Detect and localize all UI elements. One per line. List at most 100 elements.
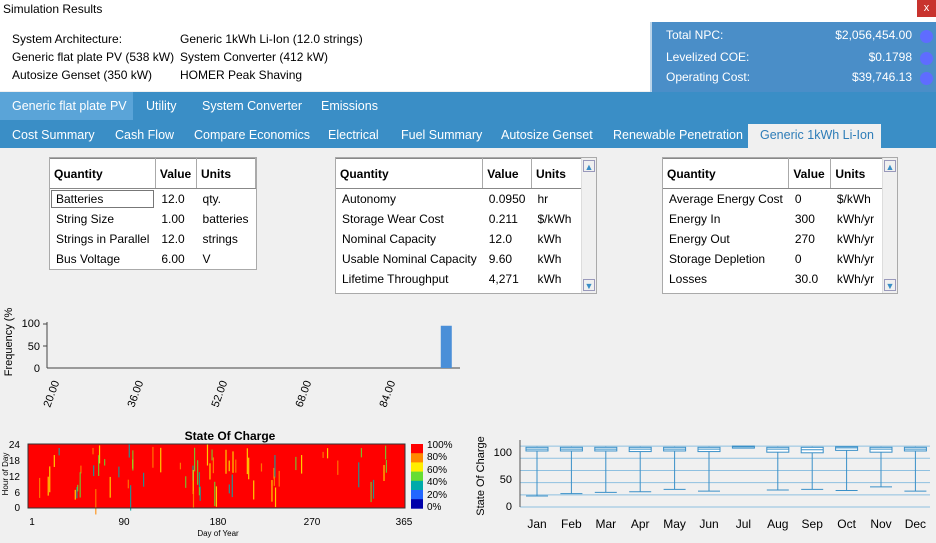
table-row[interactable]: Nominal Capacity 12.0 kWh [336, 229, 583, 249]
cell[interactable]: Energy Out [663, 229, 789, 249]
cell[interactable]: strings [197, 229, 256, 249]
heatmap-cell [215, 486, 218, 507]
cell[interactable]: 12.0 [155, 189, 196, 209]
cell[interactable]: $/kWh [831, 189, 885, 209]
cell[interactable]: V [197, 249, 256, 269]
column-header[interactable]: Value [155, 158, 198, 189]
column-header[interactable]: Units [830, 158, 886, 189]
cell[interactable]: 4,271 [483, 269, 532, 289]
column-header[interactable]: Value [482, 158, 532, 189]
cell[interactable]: 9.60 [483, 249, 532, 269]
box-body [766, 446, 790, 453]
table-row[interactable]: Storage Depletion 0 kWh/yr [663, 249, 885, 269]
scroll-down-icon[interactable]: ▼ [583, 279, 595, 291]
cell[interactable]: 270 [789, 229, 831, 249]
vertical-scrollbar[interactable]: ▲ ▼ [882, 158, 897, 293]
column-header[interactable]: Units [531, 158, 584, 189]
tab-converter[interactable]: System Converter [202, 92, 302, 120]
info-icon[interactable] [920, 72, 933, 85]
cell[interactable]: kWh/yr [831, 229, 885, 249]
table-row[interactable]: Autonomy 0.0950 hr [336, 189, 583, 209]
cell[interactable]: Storage Wear Cost [336, 209, 483, 229]
cell[interactable]: 0.211 [483, 209, 532, 229]
heatmap-cell [232, 451, 234, 473]
table-row[interactable]: Bus Voltage 6.00 V [50, 249, 256, 269]
cell[interactable]: Losses [663, 269, 789, 289]
soc-frequency-histogram: Frequency (% 100 50 0 20.00 36.00 52.00 … [3, 308, 460, 409]
cell[interactable]: kWh/yr [831, 249, 885, 269]
tab-renewable-penetration[interactable]: Renewable Penetration [613, 120, 743, 148]
opcost-label: Operating Cost: [666, 70, 751, 84]
tab-utility[interactable]: Utility [146, 92, 177, 120]
cell[interactable]: 0 [789, 249, 831, 269]
scroll-down-icon[interactable]: ▼ [884, 279, 896, 291]
cell[interactable]: $/kWh [531, 209, 583, 229]
column-header[interactable]: Quantity [663, 158, 790, 189]
tab-cost-summary[interactable]: Cost Summary [12, 120, 95, 148]
cell[interactable]: 1.00 [155, 209, 196, 229]
cell[interactable]: Batteries [50, 189, 155, 209]
tab-emissions[interactable]: Emissions [321, 92, 378, 120]
cell[interactable]: Strings in Parallel [50, 229, 155, 249]
info-icon[interactable] [920, 52, 933, 65]
scale-swatch [411, 471, 423, 482]
cell[interactable]: Autonomy [336, 189, 483, 209]
cell[interactable]: Energy In [663, 209, 789, 229]
cell[interactable]: Average Energy Cost [663, 189, 789, 209]
table-row[interactable]: Energy Out 270 kWh/yr [663, 229, 885, 249]
table-row[interactable]: Average Energy Cost 0 $/kWh [663, 189, 885, 209]
tab-pv[interactable]: Generic flat plate PV [0, 92, 133, 120]
tab-electrical[interactable]: Electrical [328, 120, 379, 148]
scroll-up-icon[interactable]: ▲ [884, 160, 896, 172]
column-header[interactable]: Units [196, 158, 256, 189]
cell[interactable]: Nominal Capacity [336, 229, 483, 249]
scroll-up-icon[interactable]: ▲ [583, 160, 595, 172]
cell[interactable]: String Size [50, 209, 155, 229]
heatmap-cell [235, 459, 237, 473]
cell[interactable]: 12.0 [483, 229, 532, 249]
table-row[interactable]: Energy In 300 kWh/yr [663, 209, 885, 229]
cell[interactable]: hr [531, 189, 583, 209]
cell[interactable]: Storage Depletion [663, 249, 789, 269]
info-icon[interactable] [920, 30, 933, 43]
arch-label: Autosize Genset (350 kW) [12, 68, 153, 82]
column-header[interactable]: Quantity [336, 158, 484, 189]
cell[interactable]: 6.00 [155, 249, 196, 269]
tab-compare-economics[interactable]: Compare Economics [194, 120, 310, 148]
cell[interactable]: kWh/yr [831, 209, 885, 229]
month-label: Jul [736, 517, 751, 531]
table-row[interactable]: Strings in Parallel 12.0 strings [50, 229, 256, 249]
scale-label: 60% [427, 465, 447, 476]
table-row[interactable]: String Size 1.00 batteries [50, 209, 256, 229]
cell[interactable]: kWh/yr [831, 269, 885, 289]
column-header[interactable]: Value [788, 158, 832, 189]
cell[interactable]: 0.0950 [483, 189, 532, 209]
heatmap-cell [47, 476, 49, 496]
tab-autosize-genset[interactable]: Autosize Genset [501, 120, 593, 148]
table-row[interactable]: Storage Wear Cost 0.211 $/kWh [336, 209, 583, 229]
vertical-scrollbar[interactable]: ▲ ▼ [581, 158, 596, 293]
cell[interactable]: Lifetime Throughput [336, 269, 483, 289]
table-row[interactable]: Lifetime Throughput 4,271 kWh [336, 269, 583, 289]
cell[interactable]: qty. [197, 189, 256, 209]
table-row[interactable]: Losses 30.0 kWh/yr [663, 269, 885, 289]
cell[interactable]: Bus Voltage [50, 249, 155, 269]
cell[interactable]: Usable Nominal Capacity [336, 249, 483, 269]
cell[interactable]: batteries [197, 209, 256, 229]
tab-fuel-summary[interactable]: Fuel Summary [401, 120, 482, 148]
cell[interactable]: kWh [531, 249, 583, 269]
table-row[interactable]: Usable Nominal Capacity 9.60 kWh [336, 249, 583, 269]
cell[interactable]: kWh [531, 229, 583, 249]
table-row[interactable]: Batteries 12.0 qty. [50, 189, 256, 209]
cell[interactable]: kWh [531, 269, 583, 289]
cell[interactable]: 30.0 [789, 269, 831, 289]
cell[interactable]: 12.0 [155, 229, 196, 249]
column-header[interactable]: Quantity [50, 158, 156, 189]
scale-swatch [411, 499, 423, 509]
cell[interactable]: 0 [789, 189, 831, 209]
close-button[interactable]: x [917, 0, 936, 17]
cell[interactable]: 300 [789, 209, 831, 229]
tab-cash-flow[interactable]: Cash Flow [115, 120, 174, 148]
tab-battery[interactable]: Generic 1kWh Li-Ion [748, 124, 881, 148]
heatmap-cell [274, 487, 277, 508]
